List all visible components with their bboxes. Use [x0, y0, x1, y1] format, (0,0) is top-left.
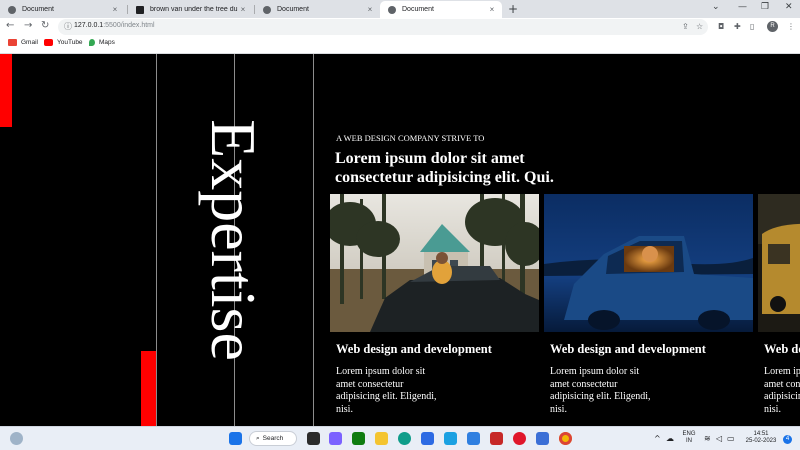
- side-panel-icon[interactable]: ▯: [750, 22, 754, 31]
- mcafee-icon[interactable]: [490, 432, 503, 445]
- share-icon[interactable]: ⇪: [682, 22, 689, 31]
- vertical-divider: [313, 54, 314, 426]
- tab-title: Document: [277, 6, 309, 13]
- minimize-icon[interactable]: —: [738, 2, 747, 12]
- restore-icon[interactable]: ❐: [761, 2, 769, 12]
- card-title: Web design and development: [764, 342, 800, 356]
- bookmark-star-icon[interactable]: ☆: [696, 22, 703, 31]
- vertical-divider: [156, 54, 157, 426]
- task-view-icon[interactable]: [307, 432, 320, 445]
- browser-toolbar: ← → ↻ ⓘ 127.0.0.1:5500/index.html ⇪ ☆ ◘ …: [0, 18, 800, 36]
- info-icon[interactable]: ⓘ: [64, 21, 72, 32]
- tab-document-2[interactable]: Document ×: [255, 1, 380, 18]
- close-tab-icon[interactable]: ×: [238, 5, 248, 14]
- bookmark-label: YouTube: [57, 39, 83, 46]
- youtube-icon: [44, 39, 53, 46]
- vertical-section-title: Expertise: [198, 119, 269, 361]
- tab-strip: Document × brown van under the tree duri…: [0, 0, 800, 18]
- globe-icon: [263, 5, 271, 14]
- microsoft-store-icon[interactable]: [421, 432, 434, 445]
- car-with-child-in-forest-photo: [330, 194, 539, 332]
- chevron-up-icon[interactable]: ^: [654, 434, 661, 443]
- windows-start-icon[interactable]: [229, 432, 242, 445]
- card-title: Web design and development: [550, 342, 706, 356]
- search-icon: ⌕: [256, 434, 260, 442]
- card-description: Lorem ipsum dolor sit amet consectetur a…: [336, 366, 437, 415]
- card-description: Lorem ipsum dolor sit amet consectetur a…: [550, 366, 651, 415]
- bookmark-label: Gmail: [21, 39, 38, 46]
- van-photo: [758, 194, 800, 332]
- teams-chat-icon[interactable]: [329, 432, 342, 445]
- bookmark-youtube[interactable]: YouTube: [44, 39, 83, 46]
- tab-unsplash[interactable]: brown van under the tree during ×: [128, 1, 253, 18]
- tab-document-active[interactable]: Document ×: [380, 1, 502, 18]
- clock-time: 14:51: [753, 431, 769, 437]
- globe-icon: [8, 5, 16, 14]
- forward-arrow-icon[interactable]: →: [24, 20, 32, 31]
- edge-browser-icon[interactable]: [398, 432, 411, 445]
- menu-kebab-icon[interactable]: ⋮: [787, 22, 795, 31]
- battery-icon[interactable]: ▭: [727, 434, 735, 443]
- linkedin-app-icon[interactable]: [444, 432, 457, 445]
- search-label: Search: [262, 435, 284, 442]
- volume-icon[interactable]: ◁: [716, 434, 722, 443]
- back-arrow-icon[interactable]: ←: [6, 20, 14, 31]
- windows-taskbar: ⌕ Search ^ ☁ ENG IN ≋ ◁ ▭ 14:51 25-02-20…: [0, 426, 800, 450]
- notification-badge[interactable]: 4: [783, 435, 792, 444]
- bookmark-label: Maps: [99, 39, 115, 46]
- widgets-weather-icon[interactable]: [10, 432, 23, 445]
- service-card[interactable]: Web design and development Lorem ipsum d…: [330, 194, 539, 426]
- tab-title: Document: [402, 6, 434, 13]
- bookmark-gmail[interactable]: Gmail: [8, 39, 38, 46]
- page-viewport: Expertise A WEB DESIGN COMPANY STRIVE TO…: [0, 54, 800, 426]
- maps-icon: [89, 39, 95, 46]
- camera-icon[interactable]: ◘: [718, 22, 724, 31]
- close-tab-icon[interactable]: ×: [110, 5, 120, 14]
- bookmarks-bar: Gmail YouTube Maps: [0, 36, 800, 54]
- xbox-icon[interactable]: [352, 432, 365, 445]
- new-tab-button[interactable]: +: [508, 2, 518, 16]
- onedrive-icon[interactable]: ☁: [666, 434, 674, 443]
- tab-search-chevron-icon[interactable]: ⌄: [712, 2, 720, 12]
- card-title: Web design and development: [336, 342, 492, 356]
- reload-icon[interactable]: ↻: [41, 20, 49, 31]
- gmail-icon: [8, 39, 17, 46]
- red-accent-bar-bottom: [141, 351, 156, 426]
- close-tab-icon[interactable]: ×: [487, 5, 497, 14]
- extensions-puzzle-icon[interactable]: ✚: [734, 22, 741, 31]
- url-text: 127.0.0.1:5500/index.html: [74, 22, 155, 29]
- section-subtitle: A WEB DESIGN COMPANY STRIVE TO: [336, 133, 485, 143]
- address-bar[interactable]: ⓘ 127.0.0.1:5500/index.html ⇪ ☆: [58, 19, 708, 35]
- tab-document-1[interactable]: Document ×: [0, 1, 125, 18]
- section-headline: Lorem ipsum dolor sit amet consectetur a…: [335, 150, 554, 186]
- wifi-icon[interactable]: ≋: [704, 434, 711, 443]
- file-explorer-icon[interactable]: [375, 432, 388, 445]
- card-description: Lorem ipsum dolor sit amet consectetur a…: [764, 366, 800, 415]
- close-tab-icon[interactable]: ×: [365, 5, 375, 14]
- vscode-icon[interactable]: [467, 432, 480, 445]
- taskbar-search[interactable]: ⌕ Search: [249, 431, 297, 446]
- clock-date: 25-02-2023: [745, 438, 777, 444]
- red-accent-bar-top: [0, 54, 12, 127]
- tab-title: brown van under the tree during: [150, 6, 238, 13]
- bookmark-maps[interactable]: Maps: [89, 39, 115, 46]
- region-code: IN: [686, 438, 692, 444]
- unsplash-icon: [136, 5, 144, 14]
- opera-icon[interactable]: [513, 432, 526, 445]
- blue-truck-at-night-photo: [544, 194, 753, 332]
- clock[interactable]: 14:51 25-02-2023: [742, 431, 780, 445]
- close-window-icon[interactable]: ✕: [785, 2, 793, 12]
- globe-icon: [388, 5, 396, 14]
- tab-title: Document: [22, 6, 54, 13]
- app-icon[interactable]: [536, 432, 549, 445]
- chrome-icon[interactable]: [559, 432, 572, 445]
- language-code: ENG: [682, 431, 696, 437]
- service-card[interactable]: Web design and development Lorem ipsum d…: [544, 194, 753, 426]
- language-indicator[interactable]: ENG IN: [680, 431, 698, 445]
- profile-avatar[interactable]: R: [767, 21, 778, 32]
- service-card[interactable]: Web design and development Lorem ipsum d…: [758, 194, 800, 426]
